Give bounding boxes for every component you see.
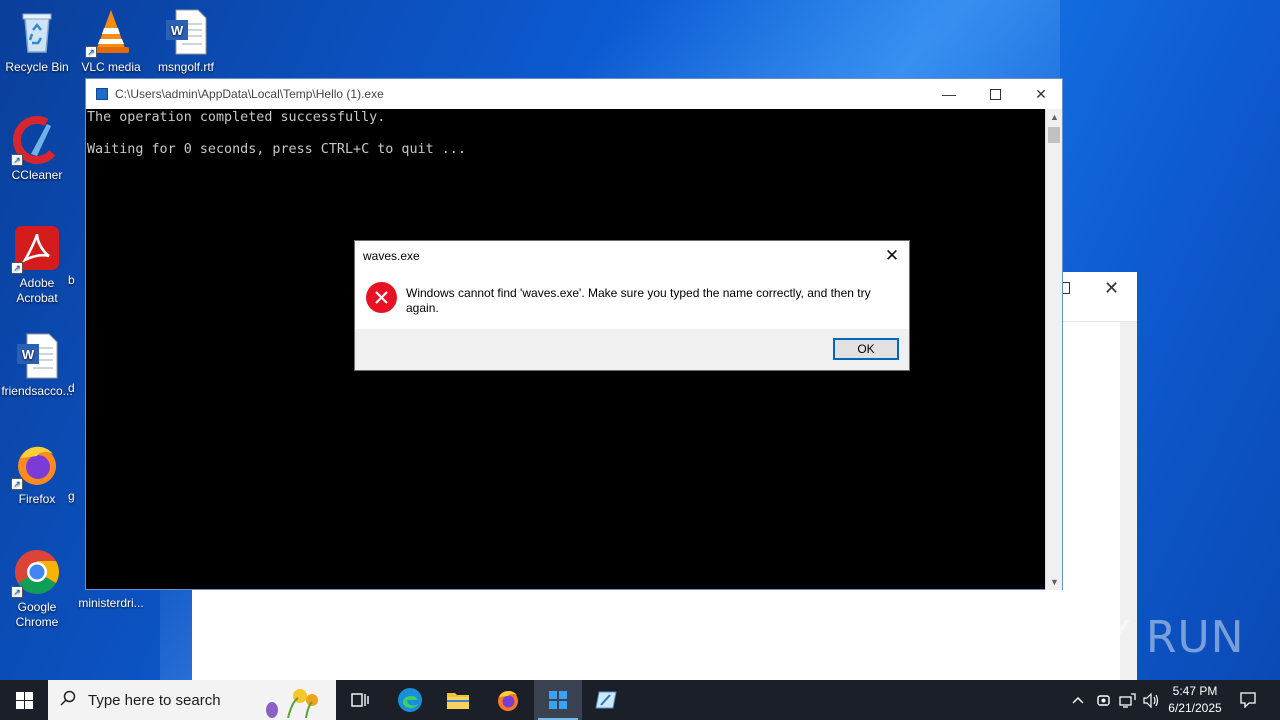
dialog-message: Windows cannot find 'waves.exe'. Make su… (406, 286, 871, 315)
dialog-footer: OK (355, 329, 909, 370)
taskbar-firefox[interactable] (484, 680, 532, 720)
console-app-icon (96, 88, 108, 100)
clock-time: 5:47 PM (1172, 684, 1218, 698)
svg-text:W: W (171, 23, 184, 38)
run-dialog-icon (595, 691, 617, 709)
desktop-icon-label: Google Chrome (15, 600, 59, 629)
maximize-icon (989, 88, 1001, 100)
error-icon (366, 282, 397, 313)
file-explorer-icon (447, 693, 469, 709)
console-line: Waiting for 0 seconds, press CTRL+C to q… (87, 142, 466, 157)
word-document-icon: W (13, 332, 61, 380)
dialog-title: waves.exe (363, 249, 420, 263)
console-scrollbar[interactable]: ▲ ▼ (1045, 109, 1062, 590)
desktop-icon-google-chrome[interactable]: ↗ Google Chrome (0, 548, 74, 630)
desktop-icon-recycle-bin[interactable]: Recycle Bin (0, 8, 74, 75)
scroll-up-arrow-icon[interactable]: ▲ (1046, 109, 1063, 125)
console-titlebar[interactable]: C:\Users\admin\AppData\Local\Temp\Hello … (86, 79, 1062, 109)
edge-icon (398, 688, 422, 712)
network-button[interactable] (1116, 680, 1138, 720)
desktop-icon-ministerdri[interactable]: ministerdri... (74, 596, 148, 611)
taskbar: Type here to search 5:47 PM 6/21/2025 (0, 680, 1280, 720)
shortcut-arrow-icon: ↗ (11, 262, 23, 274)
desktop-icon-label: friendsacco... (1, 384, 73, 398)
shortcut-arrow-icon: ↗ (11, 478, 23, 490)
taskbar-edge[interactable] (386, 680, 434, 720)
firefox-icon: ↗ (11, 440, 61, 490)
notification-center-icon (1240, 692, 1256, 708)
console-app-icon (549, 691, 567, 709)
start-button[interactable] (0, 680, 48, 720)
desktop-icon-adobe-acrobat[interactable]: ↗ Adobe Acrobat (0, 224, 74, 306)
desktop-icon-friendsacco[interactable]: W friendsacco... (0, 332, 74, 399)
ccleaner-icon: ↗ (11, 116, 61, 166)
minimize-button[interactable]: — (926, 79, 972, 109)
chrome-icon: ↗ (11, 548, 61, 598)
task-view-icon (351, 693, 369, 707)
tray-app-icon (1096, 694, 1110, 706)
adobe-acrobat-icon: ↗ (11, 224, 61, 274)
close-icon: ✕ (1035, 85, 1047, 102)
desktop-icon-label: VLC media (81, 60, 141, 74)
taskbar-console-app[interactable] (534, 680, 582, 720)
desktop-icon-firefox[interactable]: ↗ Firefox (0, 440, 74, 507)
taskbar-search-box[interactable]: Type here to search (48, 680, 336, 720)
task-view-button[interactable] (336, 680, 384, 720)
desktop-icon-label: Adobe Acrobat (16, 276, 58, 305)
desktop-icon-label: ministerdri... (78, 596, 144, 610)
taskbar-run-dialog[interactable] (582, 680, 630, 720)
network-icon (1118, 692, 1136, 708)
desktop-icon-vlc[interactable]: ↗ VLC media (74, 8, 148, 75)
minimize-icon: — (942, 86, 956, 102)
shortcut-arrow-icon: ↗ (11, 154, 23, 166)
console-line: The operation completed successfully. (87, 110, 386, 125)
shortcut-arrow-icon: ↗ (85, 46, 97, 58)
desktop-icon-ccleaner[interactable]: ↗ CCleaner (0, 116, 74, 183)
close-button[interactable]: ✕ (1018, 79, 1064, 109)
scroll-down-arrow-icon[interactable]: ▼ (1046, 574, 1063, 590)
close-icon[interactable]: ✕ (1104, 278, 1119, 299)
desktop-icon-label: msngolf.rtf (157, 60, 214, 74)
search-placeholder: Type here to search (88, 691, 221, 709)
close-icon: ✕ (884, 246, 900, 265)
desktop-icon-label: Recycle Bin (5, 60, 69, 74)
volume-button[interactable] (1140, 680, 1162, 720)
console-title: C:\Users\admin\AppData\Local\Temp\Hello … (115, 87, 384, 101)
desktop-icon-msngolf[interactable]: W msngolf.rtf (149, 8, 223, 75)
anyrun-watermark: ANY RUN (1038, 612, 1245, 663)
dialog-close-button[interactable]: ✕ (881, 245, 903, 267)
chevron-up-icon (1072, 696, 1084, 704)
maximize-button[interactable] (972, 79, 1018, 109)
error-dialog[interactable]: waves.exe ✕ Windows cannot find 'waves.e… (354, 240, 910, 371)
vlc-cone-icon: ↗ (85, 8, 135, 58)
tray-app-button[interactable] (1092, 680, 1114, 720)
desktop-icon-label: Firefox (18, 492, 56, 506)
windows-logo-icon (15, 691, 33, 709)
firefox-icon (498, 691, 518, 711)
shortcut-arrow-icon: ↗ (11, 586, 23, 598)
search-icon (48, 690, 88, 710)
recycle-bin-icon (13, 8, 61, 56)
notifications-button[interactable] (1234, 680, 1262, 720)
scrollbar-thumb[interactable] (1048, 127, 1060, 143)
desktop-icon-label: CCleaner (11, 168, 63, 182)
taskbar-file-explorer[interactable] (434, 680, 482, 720)
ok-button[interactable]: OK (833, 338, 899, 360)
search-highlight-flowers-icon (266, 689, 318, 718)
word-document-icon: W (162, 8, 210, 56)
volume-icon (1142, 692, 1158, 708)
show-hidden-icons-button[interactable] (1068, 680, 1088, 720)
svg-text:W: W (22, 347, 35, 362)
clock-date: 6/21/2025 (1168, 701, 1222, 715)
taskbar-clock[interactable]: 5:47 PM 6/21/2025 (1160, 683, 1230, 717)
